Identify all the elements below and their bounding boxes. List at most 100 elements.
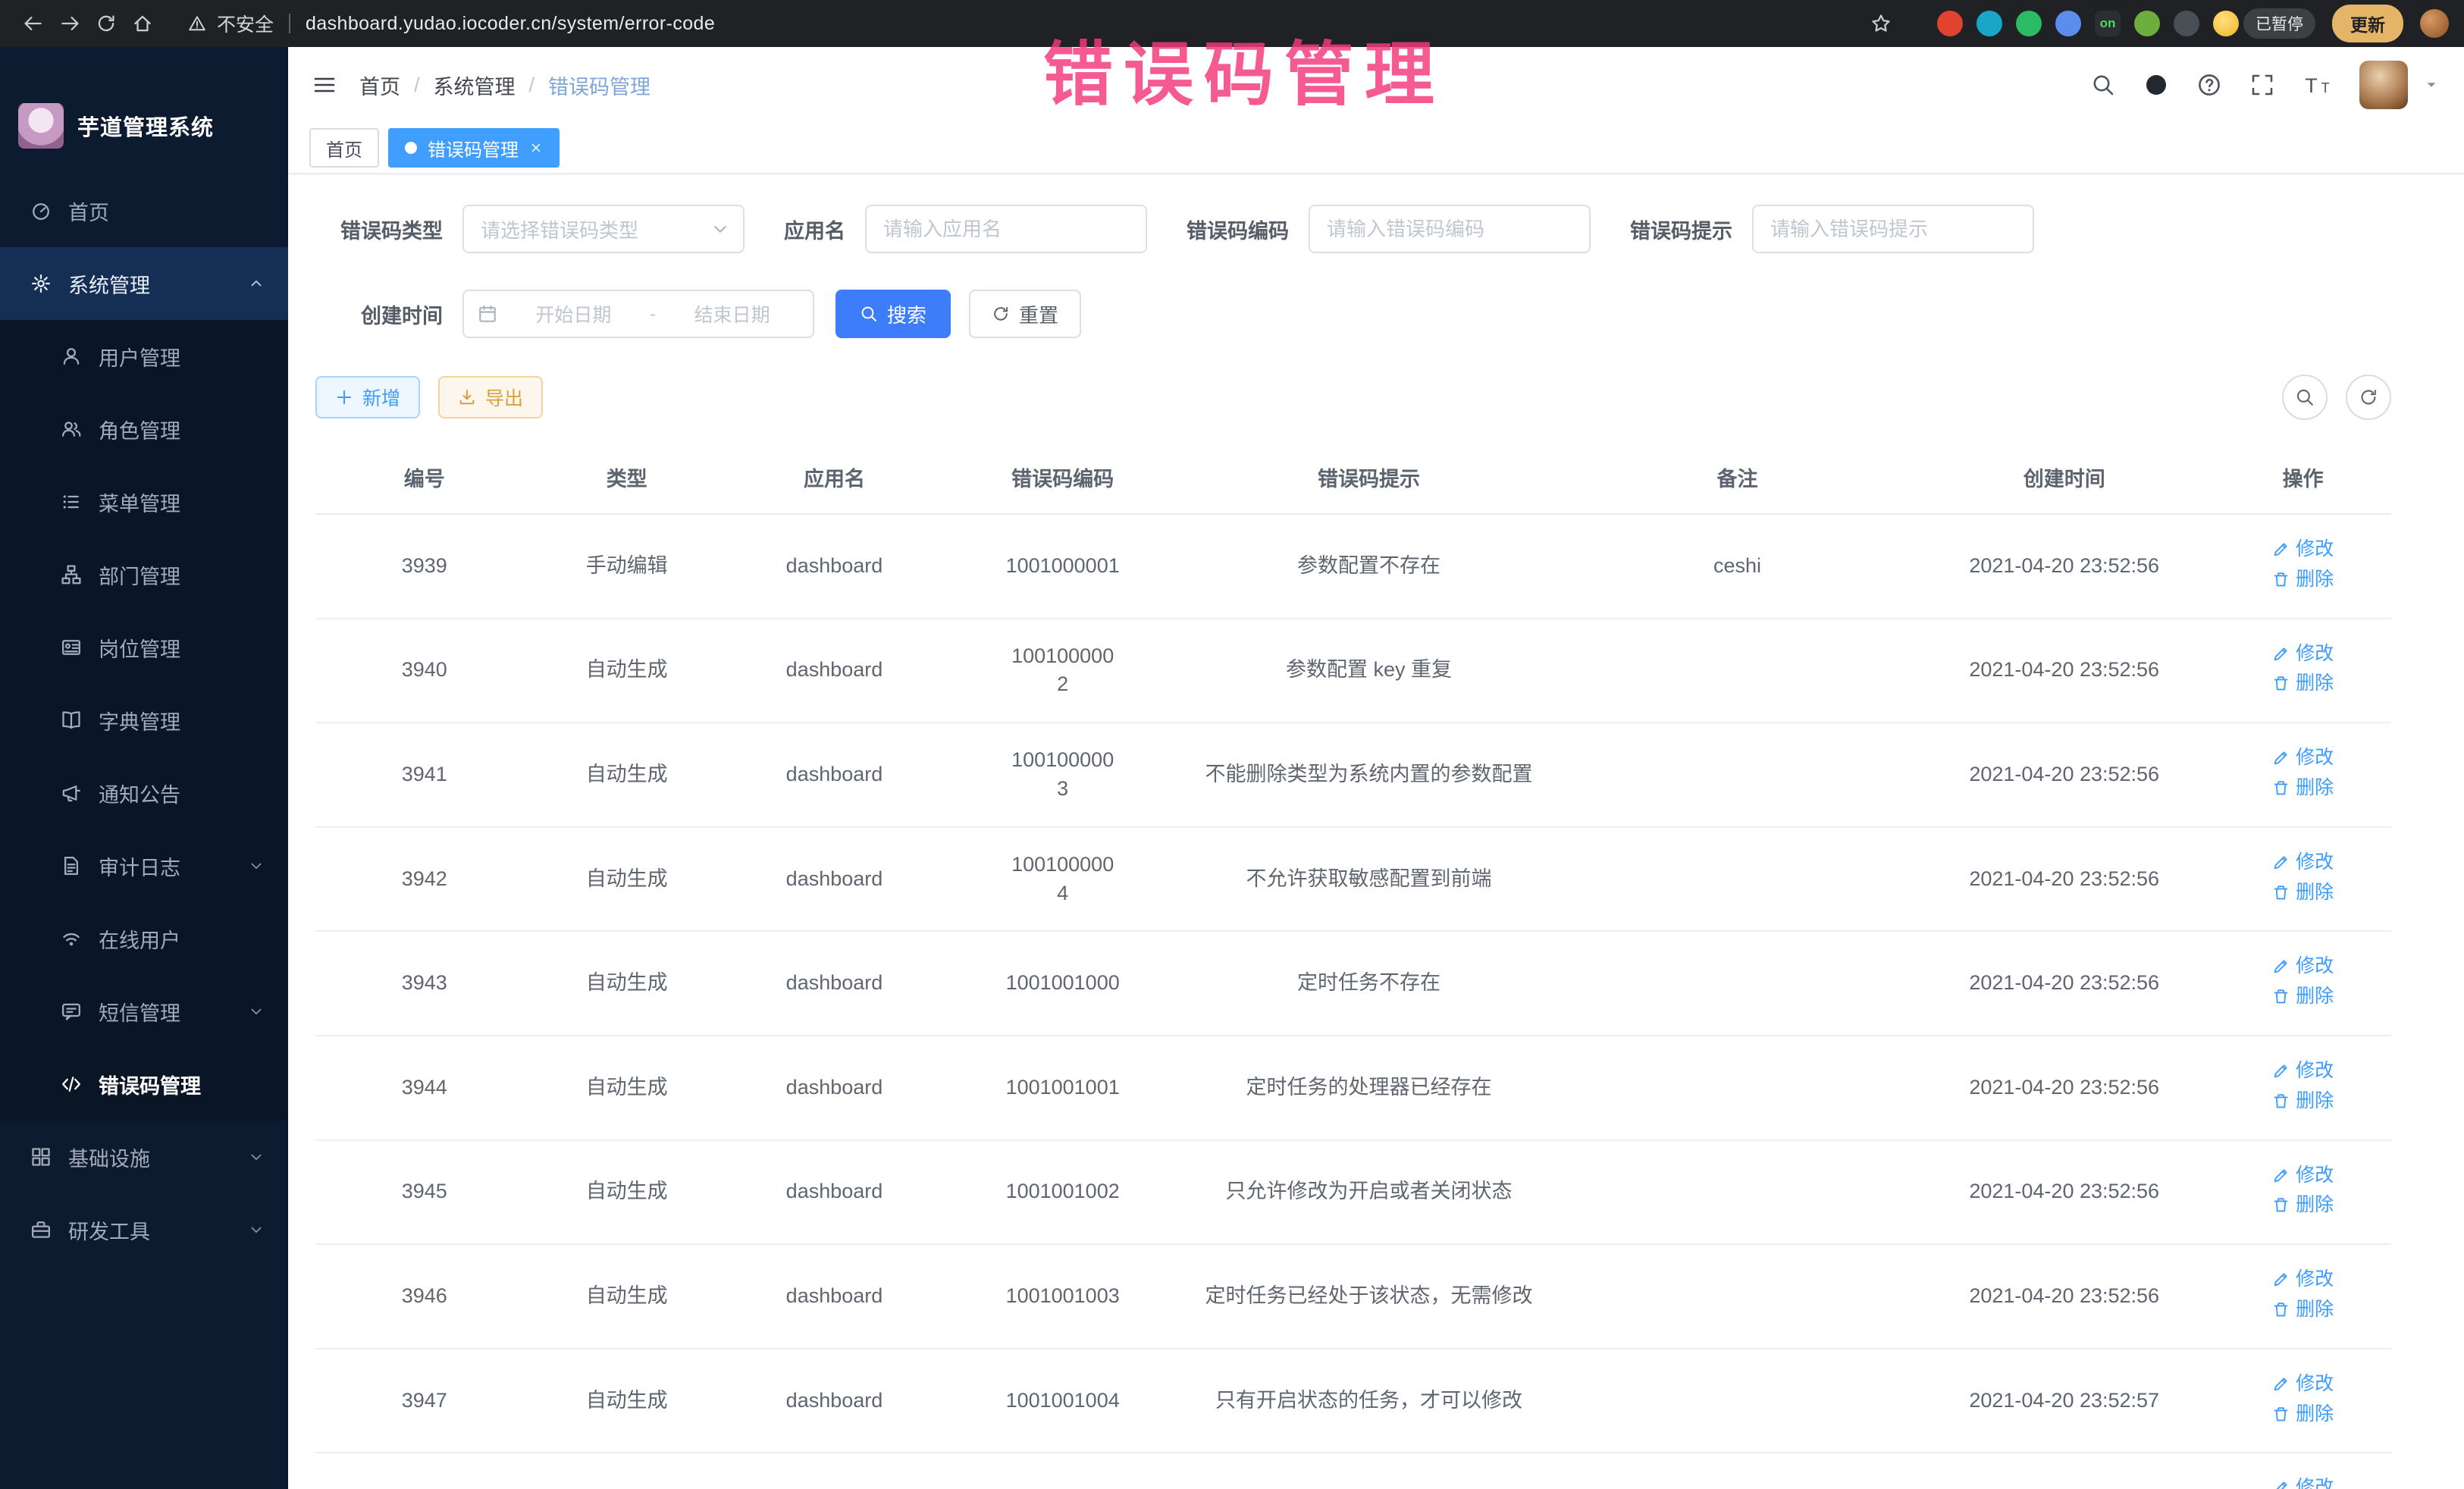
fullscreen-icon[interactable] <box>2250 73 2274 97</box>
page-content: 错误码类型 请选择错误码类型 应用名 错误码编码 <box>288 174 2464 1489</box>
browser-profile-avatar[interactable] <box>2420 9 2449 38</box>
delete-link[interactable]: 删除 <box>2272 1401 2334 1428</box>
edit-link[interactable]: 修改 <box>2272 744 2334 771</box>
sidebar-item-notices[interactable]: 通知公告 <box>0 757 288 829</box>
avatar-caret-icon[interactable] <box>2423 77 2440 93</box>
cell-id: 3939 <box>315 514 533 619</box>
edit-link[interactable]: 修改 <box>2272 1475 2334 1489</box>
sidebar-item-audit-log[interactable]: 审计日志 <box>0 829 288 902</box>
tab-error-code[interactable]: 错误码管理 <box>388 128 560 168</box>
delete-link[interactable]: 删除 <box>2272 670 2334 697</box>
cell-type: 自动生成 <box>533 723 719 827</box>
add-button[interactable]: 新增 <box>315 376 420 418</box>
app-name-input[interactable] <box>865 205 1147 253</box>
trash-icon <box>2272 571 2290 588</box>
edit-link[interactable]: 修改 <box>2272 953 2334 980</box>
browser-reload-icon[interactable] <box>88 5 124 42</box>
extension-leaf-icon[interactable] <box>2134 11 2160 36</box>
table-row: 3947自动生成dashboard1001001004只有开启状态的任务，才可以… <box>315 1349 2391 1453</box>
date-range-picker[interactable]: 开始日期 - 结束日期 <box>462 290 814 338</box>
org-tree-icon <box>61 564 82 585</box>
user-avatar[interactable] <box>2359 61 2408 109</box>
toggle-search-button[interactable] <box>2282 375 2328 420</box>
cell-type: 自动生成 <box>533 1453 719 1489</box>
export-button[interactable]: 导出 <box>438 376 543 418</box>
cell-code: 100100000 3 <box>948 723 1177 827</box>
search-button[interactable]: 搜索 <box>835 290 951 338</box>
table-row: 3942自动生成dashboard100100000 4不允许获取敏感配置到前端… <box>315 827 2391 932</box>
app-header: 首页/系统管理/错误码管理 TT <box>288 47 2464 123</box>
delete-link[interactable]: 删除 <box>2272 775 2334 801</box>
browser-back-icon[interactable] <box>15 5 52 42</box>
reset-button[interactable]: 重置 <box>969 290 1081 338</box>
edit-link[interactable]: 修改 <box>2272 1266 2334 1293</box>
error-type-select[interactable]: 请选择错误码类型 <box>462 205 745 253</box>
tab-home[interactable]: 首页 <box>309 128 379 168</box>
delete-link[interactable]: 删除 <box>2272 566 2334 593</box>
breadcrumb-item[interactable]: 系统管理 <box>434 71 516 100</box>
browser-update-button[interactable]: 更新 <box>2332 5 2403 42</box>
error-hint-input[interactable] <box>1752 205 2034 253</box>
error-type-label: 错误码类型 <box>315 215 462 244</box>
edit-link[interactable]: 修改 <box>2272 536 2334 563</box>
extension-teal-icon[interactable] <box>1977 11 2002 36</box>
edit-link[interactable]: 修改 <box>2272 1058 2334 1084</box>
edit-link[interactable]: 修改 <box>2272 641 2334 667</box>
browser-home-icon[interactable] <box>124 5 161 42</box>
paused-badge[interactable]: 已暂停 <box>2243 8 2315 39</box>
toolbox-icon <box>30 1219 52 1240</box>
github-icon[interactable] <box>2144 73 2168 97</box>
extension-red-icon[interactable] <box>1937 11 1963 36</box>
cell-time: 2021-04-20 23:52:56 <box>1914 1140 2215 1245</box>
sidebar-item-online-users[interactable]: 在线用户 <box>0 902 288 975</box>
collapse-sidebar-icon[interactable] <box>312 73 337 97</box>
extension-on-icon[interactable]: on <box>2095 11 2121 36</box>
cell-id: 3945 <box>315 1140 533 1245</box>
cell-id: 3942 <box>315 827 533 932</box>
bookmark-star-icon[interactable] <box>1870 13 1892 34</box>
app-logo[interactable]: 芋道管理系统 <box>0 47 288 174</box>
security-label: 不安全 <box>217 10 274 37</box>
error-code-input[interactable] <box>1309 205 1591 253</box>
sidebar-item-error-code[interactable]: 错误码管理 <box>0 1048 288 1121</box>
sidebar-item-dev-tools[interactable]: 研发工具 <box>0 1193 288 1266</box>
sidebar-item-users[interactable]: 用户管理 <box>0 320 288 393</box>
export-button-label: 导出 <box>485 384 523 411</box>
table-row: 3946自动生成dashboard1001001003定时任务已经处于该状态，无… <box>315 1244 2391 1349</box>
address-divider <box>289 14 290 33</box>
delete-link[interactable]: 删除 <box>2272 1296 2334 1323</box>
table-column-header: 创建时间 <box>1914 441 2215 514</box>
extension-pin-icon[interactable] <box>2174 11 2199 36</box>
breadcrumb-item[interactable]: 首页 <box>359 71 400 100</box>
edit-link[interactable]: 修改 <box>2272 849 2334 876</box>
browser-forward-icon[interactable] <box>52 5 88 42</box>
delete-link[interactable]: 删除 <box>2272 983 2334 1010</box>
help-icon[interactable] <box>2197 73 2221 97</box>
sidebar-item-home[interactable]: 首页 <box>0 174 288 247</box>
extension-green-check-icon[interactable] <box>2016 11 2042 36</box>
sidebar-item-menus[interactable]: 菜单管理 <box>0 466 288 538</box>
extension-paused-icon[interactable] <box>2213 11 2239 36</box>
delete-link[interactable]: 删除 <box>2272 879 2334 906</box>
extension-people-icon[interactable] <box>2055 11 2081 36</box>
sidebar-item-label: 审计日志 <box>99 851 180 881</box>
cell-app: dashboard <box>720 931 948 1036</box>
edit-link[interactable]: 修改 <box>2272 1162 2334 1189</box>
close-icon[interactable] <box>529 141 543 155</box>
delete-link[interactable]: 删除 <box>2272 1088 2334 1114</box>
sidebar-item-roles[interactable]: 角色管理 <box>0 393 288 466</box>
sidebar-item-dicts[interactable]: 字典管理 <box>0 684 288 757</box>
sidebar-item-sms[interactable]: 短信管理 <box>0 975 288 1048</box>
font-size-icon[interactable]: TT <box>2303 71 2331 99</box>
sidebar-item-depts[interactable]: 部门管理 <box>0 538 288 611</box>
edit-link[interactable]: 修改 <box>2272 1371 2334 1397</box>
sidebar-item-posts[interactable]: 岗位管理 <box>0 611 288 684</box>
header-search-icon[interactable] <box>2091 73 2115 97</box>
sidebar-item-system[interactable]: 系统管理 <box>0 247 288 320</box>
cell-app: dashboard <box>720 1349 948 1453</box>
sidebar-item-infra[interactable]: 基础设施 <box>0 1121 288 1193</box>
address-bar[interactable]: 不安全 dashboard.yudao.iocoder.cn/system/er… <box>173 5 1907 42</box>
table-row: 3941自动生成dashboard100100000 3不能删除类型为系统内置的… <box>315 723 2391 827</box>
refresh-table-button[interactable] <box>2346 375 2391 420</box>
delete-link[interactable]: 删除 <box>2272 1192 2334 1218</box>
